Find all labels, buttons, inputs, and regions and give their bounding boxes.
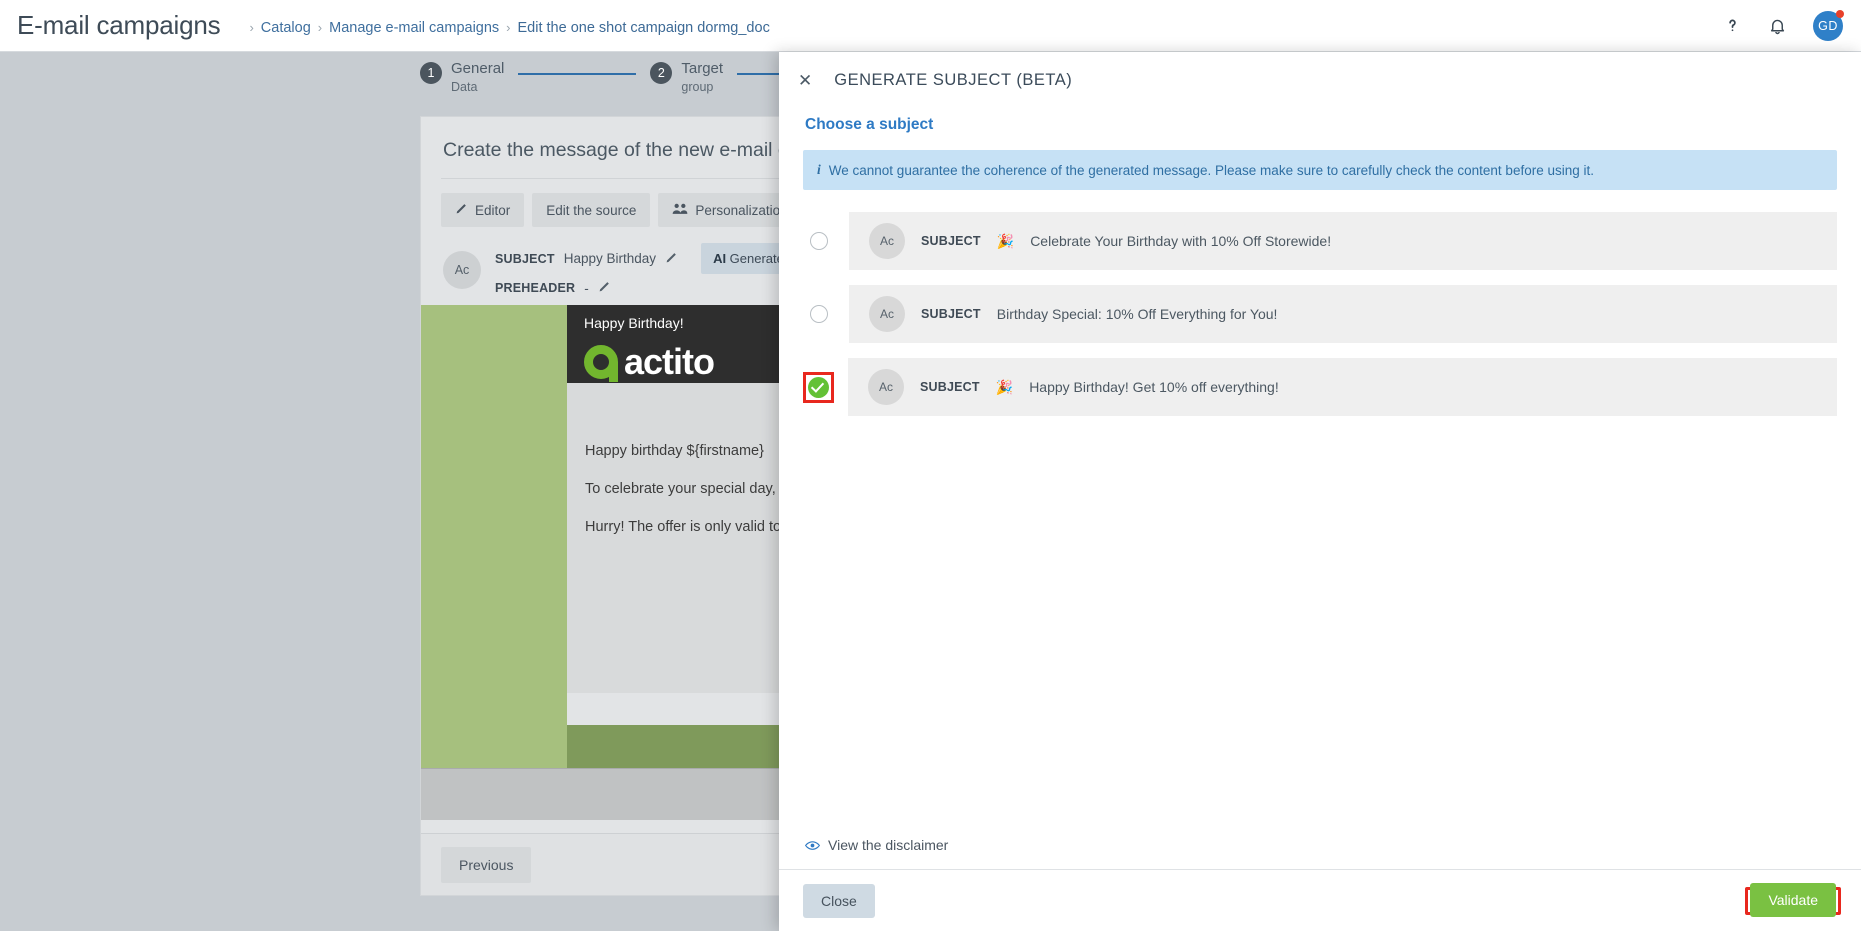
step-title: General <box>451 60 505 77</box>
option-avatar: Ac <box>868 369 904 405</box>
screen-root: E-mail campaigns › Catalog › Manage e-ma… <box>0 0 1861 931</box>
radio-button[interactable] <box>810 232 828 250</box>
option-subject-value: Happy Birthday! Get 10% off everything! <box>1029 379 1279 395</box>
step-subtitle: group <box>681 80 714 94</box>
subject-option-radio-wrapper[interactable] <box>803 298 835 330</box>
step-subtitle: Data <box>451 80 478 94</box>
modal-footer: Close Validate <box>779 869 1861 931</box>
subject-option-card[interactable]: Ac SUBJECT 🎉 Happy Birthday! Get 10% off… <box>848 358 1837 416</box>
ai-generate-prefix: AI <box>713 251 727 266</box>
option-avatar: Ac <box>869 223 905 259</box>
app-header: E-mail campaigns › Catalog › Manage e-ma… <box>0 0 1861 52</box>
people-icon <box>672 202 688 218</box>
preview-left-band-footer <box>421 725 567 768</box>
pencil-icon <box>455 202 468 218</box>
breadcrumb-item-manage-campaigns[interactable]: Manage e-mail campaigns <box>329 20 499 36</box>
breadcrumb-item-catalog[interactable]: Catalog <box>261 20 311 36</box>
generate-subject-modal: ✕ GENERATE SUBJECT (BETA) Choose a subje… <box>779 52 1861 931</box>
subject-option-card[interactable]: Ac SUBJECT Birthday Special: 10% Off Eve… <box>849 285 1837 343</box>
header-actions: GD <box>1723 9 1861 41</box>
sender-avatar: Ac <box>443 250 481 289</box>
choose-subject-heading: Choose a subject <box>805 116 934 133</box>
bell-icon[interactable] <box>1768 16 1787 36</box>
avatar[interactable]: GD <box>1813 9 1844 41</box>
option-subject-label: SUBJECT <box>920 380 980 394</box>
edit-subject-pencil-icon[interactable] <box>665 251 678 267</box>
close-button[interactable]: Close <box>803 883 875 918</box>
subject-option-card[interactable]: Ac SUBJECT 🎉 Celebrate Your Birthday wit… <box>849 212 1837 270</box>
info-banner-text: We cannot guarantee the coherence of the… <box>828 162 1594 178</box>
preview-left-band <box>421 305 567 725</box>
breadcrumb-separator-icon: › <box>506 20 511 35</box>
option-subject-label: SUBJECT <box>921 307 981 321</box>
party-popper-icon: 🎉 <box>995 378 1014 395</box>
actito-logo-text: actito <box>624 341 715 382</box>
radio-button[interactable] <box>810 305 828 323</box>
close-x-icon[interactable]: ✕ <box>798 72 812 89</box>
subject-option-row[interactable]: Ac SUBJECT 🎉 Celebrate Your Birthday wit… <box>803 212 1837 270</box>
info-icon: i <box>817 162 821 177</box>
actito-logo-mark-icon <box>584 345 618 382</box>
disclaimer-link-row[interactable]: View the disclaimer <box>779 837 1861 869</box>
breadcrumb-item-current: Edit the one shot campaign dormg_doc <box>517 19 770 36</box>
subject-option-radio-wrapper[interactable] <box>803 225 835 257</box>
previous-button[interactable]: Previous <box>441 846 532 883</box>
option-subject-value: Celebrate Your Birthday with 10% Off Sto… <box>1030 233 1332 249</box>
wizard-step-general[interactable]: 1 General Data <box>420 60 504 96</box>
tab-label: Editor <box>475 202 511 218</box>
preheader-value: - <box>584 280 589 296</box>
subject-option-row[interactable]: Ac SUBJECT Birthday Special: 10% Off Eve… <box>803 285 1837 343</box>
ai-generate-label: Generate <box>726 251 784 266</box>
subject-label: SUBJECT <box>495 251 555 266</box>
option-subject-label: SUBJECT <box>921 234 981 248</box>
subject-row: SUBJECT Happy Birthday AI Generate <box>495 243 796 274</box>
tab-editor[interactable]: Editor <box>441 193 525 227</box>
tab-edit-source[interactable]: Edit the source <box>532 193 651 227</box>
validate-button-annotation: Validate <box>1745 882 1841 917</box>
wizard-step-target[interactable]: 2 Target group <box>650 60 723 96</box>
subject-options-list: Ac SUBJECT 🎉 Celebrate Your Birthday wit… <box>803 212 1837 416</box>
subject-lines: SUBJECT Happy Birthday AI Generate PREHE… <box>495 243 796 296</box>
page-title: E-mail campaigns <box>17 10 221 40</box>
party-popper-icon: 🎉 <box>996 232 1015 249</box>
edit-preheader-pencil-icon[interactable] <box>598 280 611 296</box>
option-subject-value: Birthday Special: 10% Off Everything for… <box>996 306 1278 322</box>
step-title: Target <box>681 60 724 77</box>
disclaimer-label[interactable]: View the disclaimer <box>828 837 948 853</box>
eye-icon <box>805 840 820 851</box>
modal-header: ✕ GENERATE SUBJECT (BETA) <box>779 52 1861 108</box>
notification-dot <box>1836 9 1844 18</box>
step-number: 2 <box>650 62 673 84</box>
wizard-connector <box>518 73 637 75</box>
step-number: 1 <box>420 62 442 84</box>
option-avatar: Ac <box>869 296 905 332</box>
preheader-label: PREHEADER <box>495 281 576 295</box>
breadcrumb-separator-icon: › <box>249 20 254 35</box>
info-banner: i We cannot guarantee the coherence of t… <box>803 150 1837 190</box>
breadcrumb-separator-icon: › <box>317 20 323 35</box>
radio-button-selected[interactable] <box>808 376 829 398</box>
breadcrumb: › Catalog › Manage e-mail campaigns › Ed… <box>242 20 769 36</box>
validate-button[interactable]: Validate <box>1750 882 1836 917</box>
modal-title: GENERATE SUBJECT (BETA) <box>834 70 1073 89</box>
subject-option-radio-wrapper-selected[interactable] <box>803 371 834 403</box>
tab-label: Edit the source <box>546 202 637 218</box>
subject-option-row-selected[interactable]: Ac SUBJECT 🎉 Happy Birthday! Get 10% off… <box>803 358 1837 416</box>
avatar-initials: GD <box>1818 18 1838 33</box>
subject-value: Happy Birthday <box>563 251 657 266</box>
help-icon[interactable] <box>1723 16 1742 35</box>
modal-body: Choose a subject i We cannot guarantee t… <box>779 108 1861 837</box>
preheader-row: PREHEADER - <box>495 280 796 296</box>
